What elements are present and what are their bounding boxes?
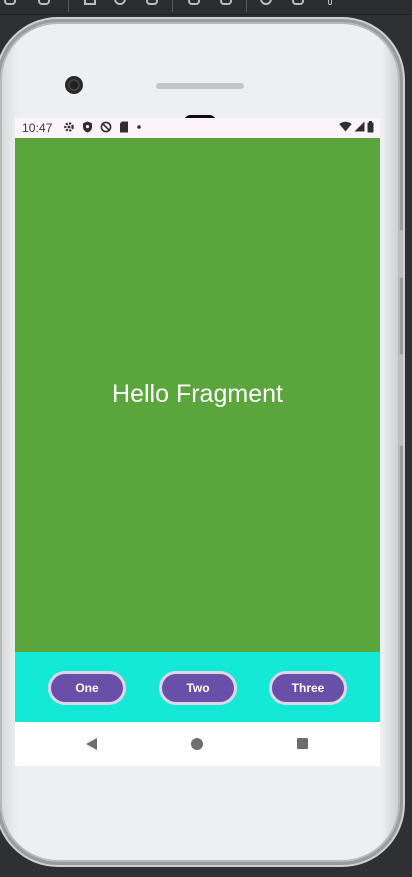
button-bar: One Two Three <box>15 652 380 722</box>
one-button[interactable]: One <box>48 671 126 705</box>
toolbar-divider <box>172 0 173 12</box>
toolbar-record-icon[interactable] <box>220 0 232 5</box>
status-notification-icons <box>63 121 142 136</box>
sd-card-icon <box>119 121 129 136</box>
front-camera-icon <box>65 76 83 94</box>
toolbar-screenshot-icon[interactable] <box>188 0 200 5</box>
three-button[interactable]: Three <box>269 671 347 705</box>
toolbar-extended-controls-icon[interactable] <box>292 0 304 5</box>
shield-icon <box>82 121 93 136</box>
toolbar-help-icon[interactable] <box>260 0 272 5</box>
earpiece-speaker <box>156 83 244 89</box>
home-icon[interactable] <box>191 738 203 750</box>
cellular-signal-icon <box>354 121 365 135</box>
navigation-bar <box>15 722 380 766</box>
toolbar-icon[interactable] <box>4 0 16 5</box>
status-system-icons <box>339 120 374 136</box>
status-time: 10:47 <box>22 121 53 135</box>
two-button[interactable]: Two <box>159 671 237 705</box>
back-icon[interactable] <box>86 738 97 750</box>
device-screen: 10:47 Hello Fragment One Two Three <box>15 118 380 766</box>
toolbar-home-icon[interactable] <box>114 0 126 5</box>
battery-icon <box>367 120 374 136</box>
power-button[interactable] <box>398 230 403 278</box>
toolbar-divider <box>246 0 247 12</box>
status-bar: 10:47 <box>15 118 380 138</box>
sync-disabled-icon <box>100 121 112 136</box>
toolbar-icon[interactable] <box>38 0 50 5</box>
fragment-text: Hello Fragment <box>112 380 283 408</box>
toolbar-divider <box>68 0 69 12</box>
volume-button[interactable] <box>398 354 403 446</box>
recents-icon[interactable] <box>297 738 308 749</box>
toolbar-more-icon[interactable] <box>328 0 332 5</box>
dot-icon <box>136 121 142 136</box>
wifi-icon <box>339 121 352 135</box>
toolbar-overview-icon[interactable] <box>146 0 158 5</box>
settings-icon <box>63 121 75 136</box>
fragment-container: Hello Fragment <box>15 138 380 652</box>
emulator-stage: 10:47 Hello Fragment One Two Three <box>0 0 412 877</box>
ide-toolbar <box>0 0 412 15</box>
toolbar-back-icon[interactable] <box>84 0 96 5</box>
